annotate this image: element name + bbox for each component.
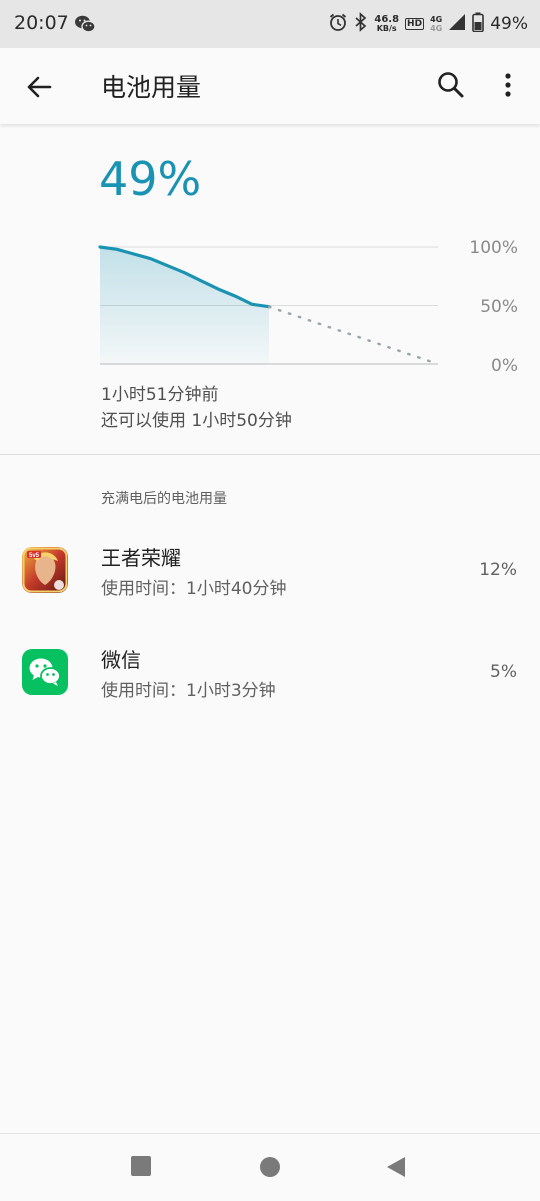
bluetooth-icon [354,12,368,36]
app-usage-row-wechat[interactable]: 微信 使用时间：1小时3分钟 5% [0,632,540,722]
navigation-bar [0,1133,540,1201]
wechat-notification-icon [74,14,96,38]
recents-square-icon[interactable] [131,1156,151,1180]
back-arrow-icon[interactable] [22,70,56,104]
app-name: 微信 [101,648,141,672]
y-tick-label: 0% [491,356,518,376]
projection-line [267,305,440,366]
hd-badge: HD [405,18,425,30]
svg-text:5v5: 5v5 [29,553,40,559]
remaining-time-text: 还可以使用 1小时50分钟 [101,411,292,431]
more-options-icon[interactable] [496,68,520,102]
status-bar: 20:07 46.8 KB/s HD 4G 4G 49% [0,0,540,48]
app-name: 王者荣耀 [101,546,181,570]
battery-chart: 100% 50% 0% [0,230,540,380]
app-usage-percent: 12% [479,560,517,580]
last-charged-text: 1小时51分钟前 [101,385,219,405]
battery-percent-status: 49% [490,14,528,34]
y-tick-label: 50% [480,297,518,317]
page-title: 电池用量 [101,73,202,102]
status-time: 20:07 [14,12,69,34]
wechat-icon [22,649,68,695]
y-tick-label: 100% [469,238,518,258]
alarm-icon [328,12,348,36]
section-header: 充满电后的电池用量 [101,491,227,507]
app-usage-row-honor-of-kings[interactable]: 5v5 王者荣耀 使用时间：1小时40分钟 12% [0,530,540,620]
usage-area [100,247,269,364]
search-icon[interactable] [434,68,468,102]
app-usage-time: 使用时间：1小时40分钟 [101,579,287,599]
lte-indicator: 4G 4G [430,15,443,33]
battery-level-percent: 49% [99,152,202,206]
game-icon: 5v5 [22,547,68,593]
app-usage-time: 使用时间：1小时3分钟 [101,681,276,701]
home-circle-icon[interactable] [259,1156,281,1182]
network-speed: 46.8 KB/s [374,14,400,34]
back-triangle-icon[interactable] [386,1156,406,1182]
app-bar: 电池用量 [0,48,540,124]
signal-icon [448,13,466,35]
app-usage-percent: 5% [490,662,517,682]
battery-icon [472,12,485,36]
divider [0,454,540,455]
